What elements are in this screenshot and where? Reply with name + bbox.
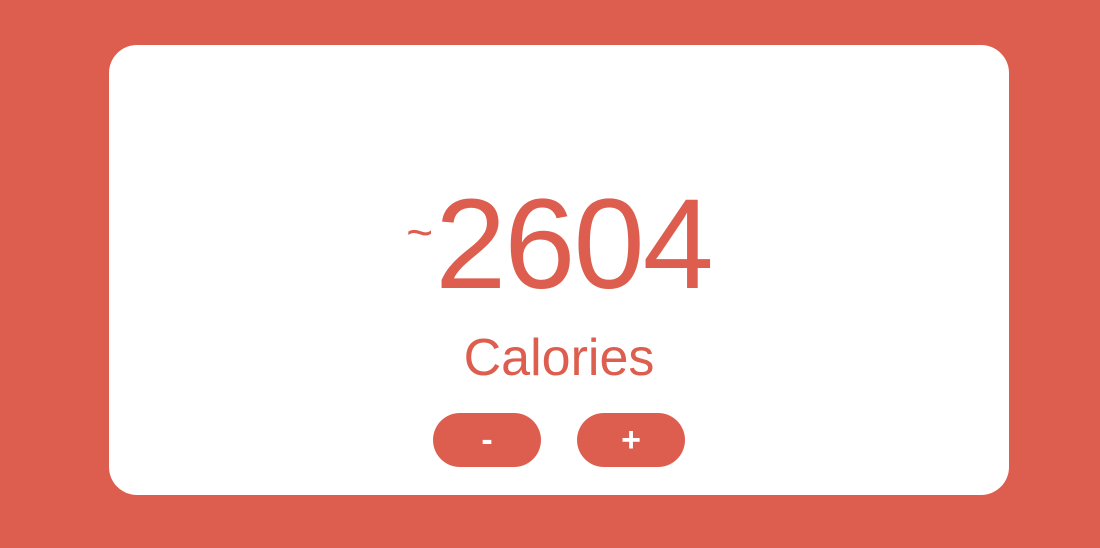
increase-button[interactable]: + bbox=[577, 413, 685, 467]
calorie-card: ~2604 Calories - + bbox=[109, 45, 1009, 495]
calorie-controls: - + bbox=[109, 413, 1009, 467]
approx-symbol: ~ bbox=[406, 206, 434, 258]
calorie-unit-label: Calories bbox=[463, 329, 655, 387]
calorie-value: 2604 bbox=[435, 173, 714, 316]
calorie-readout: ~2604 bbox=[109, 175, 1009, 315]
decrease-button[interactable]: - bbox=[433, 413, 541, 467]
